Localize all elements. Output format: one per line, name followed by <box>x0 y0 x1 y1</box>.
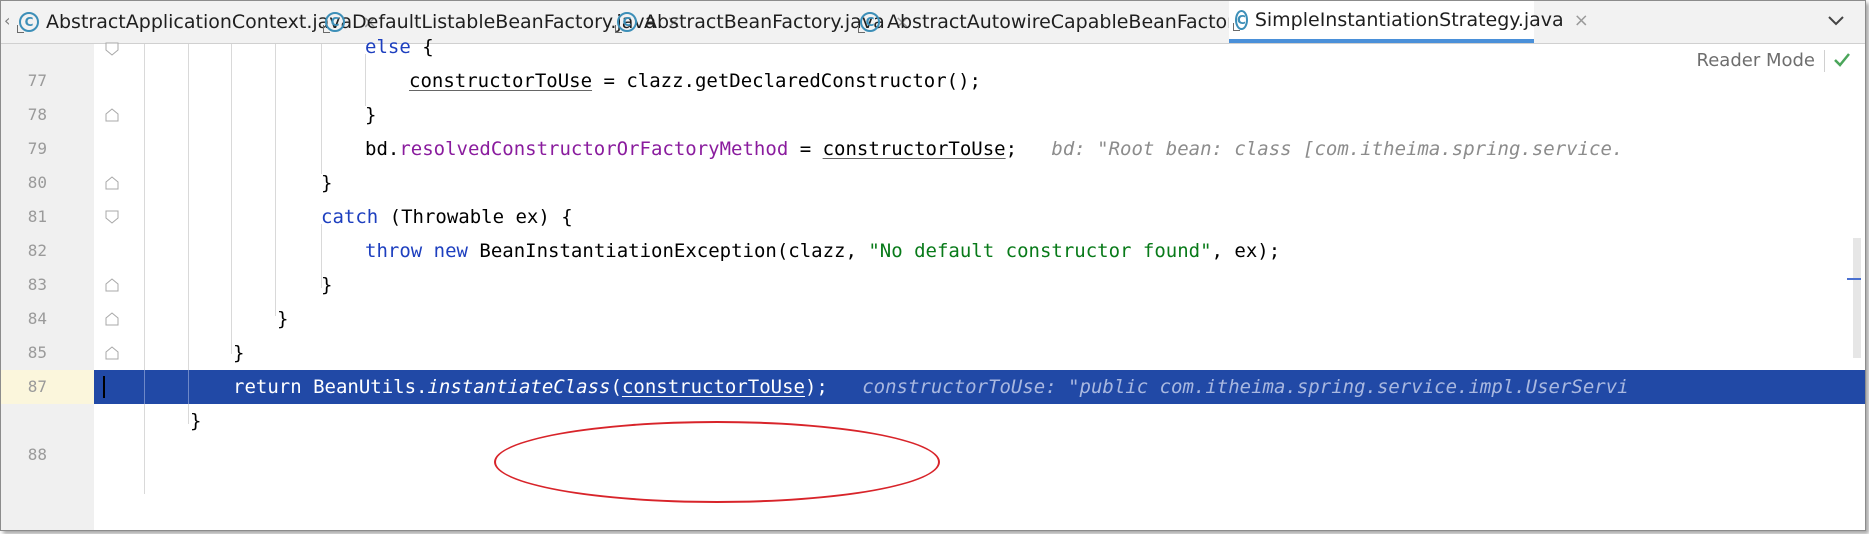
code-line-84: 84 } <box>1 268 1865 328</box>
code-line-88: 88 } <box>1 404 1865 464</box>
fold-end-icon[interactable] <box>105 176 119 190</box>
code-line-82: 82 catch (Throwable ex) { <box>1 200 1865 260</box>
scrollbar-marker <box>1847 278 1861 280</box>
text-caret <box>103 376 105 398</box>
code-text: bd.resolvedConstructorOrFactoryMethod = … <box>365 132 1623 166</box>
variable-reference: constructorToUse <box>822 138 1006 160</box>
code-segment: (Throwable ex) { <box>378 206 573 228</box>
code-segment: BeanInstantiationException(clazz, <box>467 240 869 262</box>
variable-reference: constructorToUse <box>409 70 593 92</box>
code-segment: = <box>788 138 823 160</box>
fold-icon[interactable] <box>105 210 119 224</box>
code-text: catch (Throwable ex) { <box>321 200 573 234</box>
code-segment: , ex); <box>1211 240 1281 262</box>
fold-end-icon[interactable] <box>105 312 119 326</box>
tab-scroll-left-icon[interactable]: ‹ <box>4 11 10 30</box>
code-text: } <box>233 342 245 364</box>
indent-guide <box>144 370 145 404</box>
code-segment: bd. <box>365 138 400 160</box>
fold-end-icon[interactable] <box>105 278 119 292</box>
code-line-81: 81 } <box>1 166 1865 226</box>
code-text: constructorToUse = clazz.getDeclaredCons… <box>409 64 981 98</box>
code-segment: { <box>410 36 434 58</box>
class-icon: C <box>1233 10 1248 31</box>
code-segment: ; <box>1005 138 1018 160</box>
line-number: 88 <box>27 445 47 464</box>
divider <box>1824 50 1825 72</box>
class-icon: C <box>858 12 880 33</box>
code-segment: ); <box>804 376 828 398</box>
code-line-86: 86 } <box>1 336 1865 396</box>
code-segment: ( <box>610 376 622 398</box>
tab-label: SimpleInstantiationStrategy.java <box>1254 9 1564 31</box>
indent-guide <box>188 370 189 404</box>
current-execution-line: return BeanUtils.instantiateClass(constr… <box>94 370 1865 404</box>
fold-end-icon[interactable] <box>105 108 119 122</box>
class-icon: C <box>323 12 345 33</box>
code-text: } <box>321 172 333 194</box>
code-line-77: 77 else { <box>1 30 1865 90</box>
code-line-78: 78 constructorToUse = clazz.getDeclaredC… <box>1 64 1865 124</box>
code-text: } <box>365 104 377 126</box>
code-text: } <box>277 308 289 330</box>
fold-end-icon[interactable] <box>105 346 119 360</box>
keyword: throw <box>365 240 423 262</box>
code-line-85: 85 } <box>1 302 1865 362</box>
inline-debug-value: bd: "Root bean: class [com.itheima.sprin… <box>1017 138 1624 160</box>
gutter-current-line: 87 <box>1 370 94 404</box>
inline-debug-value: constructorToUse: "public com.itheima.sp… <box>827 376 1629 398</box>
keyword: else <box>365 36 411 58</box>
code-text: return BeanUtils.instantiateClass(constr… <box>233 370 1629 404</box>
code-line-83: 83 throw new BeanInstantiationException(… <box>1 234 1865 294</box>
class-icon: C <box>17 12 39 33</box>
code-editor[interactable]: 77 else { 78 constructorToUse = clazz.ge… <box>1 36 1865 530</box>
scrollbar-thumb[interactable] <box>1853 238 1861 358</box>
method-call: instantiateClass <box>427 376 611 398</box>
chevron-down-icon[interactable] <box>1825 9 1847 31</box>
code-text: } <box>321 274 333 296</box>
keyword: catch <box>321 206 379 228</box>
code-segment: return BeanUtils. <box>233 376 428 398</box>
code-segment: = clazz.getDeclaredConstructor(); <box>592 70 981 92</box>
variable-reference: constructorToUse <box>621 376 805 398</box>
close-icon[interactable]: × <box>1574 10 1589 31</box>
class-icon: C <box>615 12 637 33</box>
checkmark-icon[interactable] <box>1833 52 1851 68</box>
code-line-80: 80 bd.resolvedConstructorOrFactoryMethod… <box>1 132 1865 192</box>
field-reference: resolvedConstructorOrFactoryMethod <box>399 138 789 160</box>
code-line-79: 79 } <box>1 98 1865 158</box>
code-text: } <box>190 410 202 432</box>
code-text: throw new BeanInstantiationException(cla… <box>365 234 1280 268</box>
reader-mode-button[interactable]: Reader Mode <box>1697 44 1815 78</box>
fold-icon[interactable] <box>105 42 119 56</box>
ide-window: ‹ C AbstractApplicationContext.java × C … <box>0 0 1866 531</box>
line-number: 87 <box>27 377 47 396</box>
keyword: new <box>433 240 468 262</box>
code-text: else { <box>365 30 434 64</box>
string-literal: "No default constructor found" <box>868 240 1212 262</box>
